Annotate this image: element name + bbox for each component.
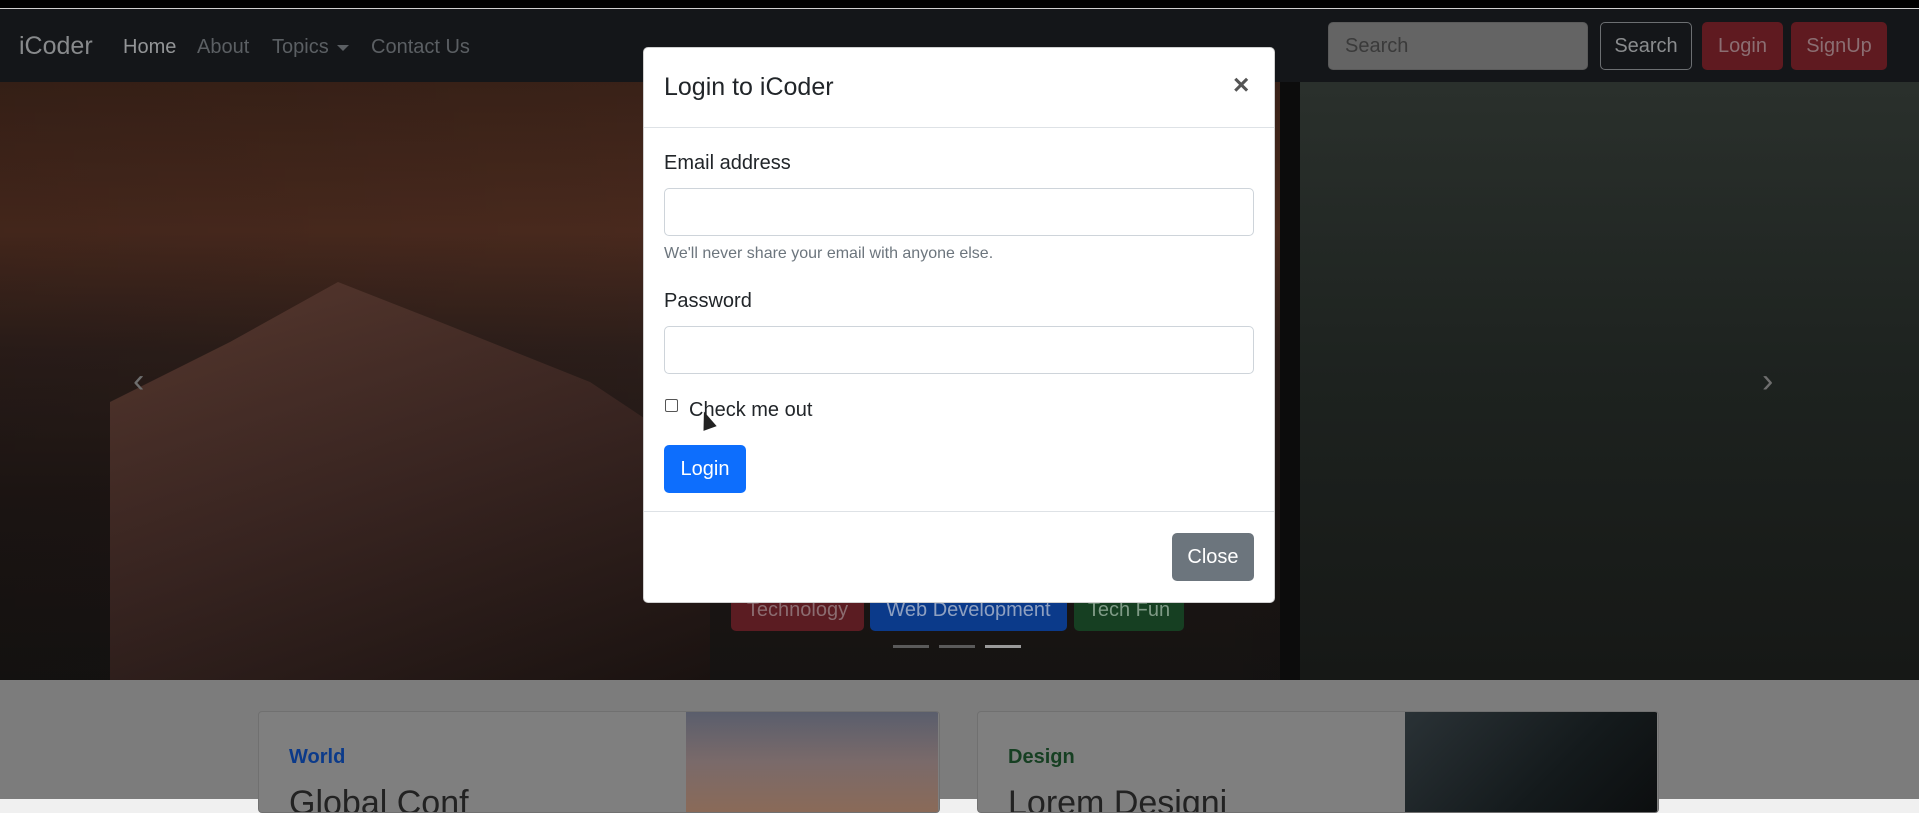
signup-nav-button[interactable]: SignUp <box>1791 22 1887 70</box>
card-category: Design <box>1008 746 1075 768</box>
window-top-strip <box>0 0 1919 8</box>
laptop-background-image <box>1300 82 1919 680</box>
card-design[interactable]: Design Lorem Designi <box>977 711 1659 813</box>
search-button[interactable]: Search <box>1600 22 1692 70</box>
nav-contact[interactable]: Contact Us <box>371 36 470 59</box>
check-me-out-checkbox[interactable] <box>665 399 678 412</box>
close-button[interactable]: Close <box>1172 533 1254 581</box>
email-label: Email address <box>664 152 791 174</box>
login-modal: Login to iCoder × Email address We'll ne… <box>643 47 1275 603</box>
search-input[interactable]: Search <box>1328 22 1588 70</box>
password-label: Password <box>664 290 752 312</box>
modal-header: Login to iCoder × <box>644 48 1274 128</box>
carousel-indicator-1[interactable] <box>893 645 929 648</box>
carousel-next-icon[interactable]: › <box>1762 362 1773 401</box>
card-world[interactable]: World Global Conf <box>258 711 940 813</box>
email-field[interactable] <box>664 188 1254 236</box>
login-submit-button[interactable]: Login <box>664 445 746 493</box>
modal-title: Login to iCoder <box>664 73 834 101</box>
search-placeholder: Search <box>1345 35 1409 57</box>
carousel-prev-icon[interactable]: ‹ <box>133 362 144 401</box>
brand-logo[interactable]: iCoder <box>19 32 93 61</box>
nav-home[interactable]: Home <box>123 36 176 59</box>
email-help-text: We'll never share your email with anyone… <box>664 245 994 262</box>
close-icon[interactable]: × <box>1233 71 1249 99</box>
chevron-down-icon <box>336 44 349 51</box>
password-field[interactable] <box>664 326 1254 374</box>
nav-about[interactable]: About <box>197 36 249 59</box>
carousel-indicators <box>893 645 1023 649</box>
nav-topics-dropdown[interactable]: Topics <box>272 36 349 59</box>
laptop-edge <box>1280 82 1300 680</box>
login-nav-button[interactable]: Login <box>1702 22 1783 70</box>
card-category: World <box>289 746 346 768</box>
carousel-indicator-3[interactable] <box>985 645 1021 648</box>
nav-topics-label: Topics <box>272 36 329 58</box>
mountain-image <box>110 282 710 680</box>
carousel-indicator-2[interactable] <box>939 645 975 648</box>
card-image <box>686 712 938 812</box>
card-image <box>1405 712 1657 812</box>
